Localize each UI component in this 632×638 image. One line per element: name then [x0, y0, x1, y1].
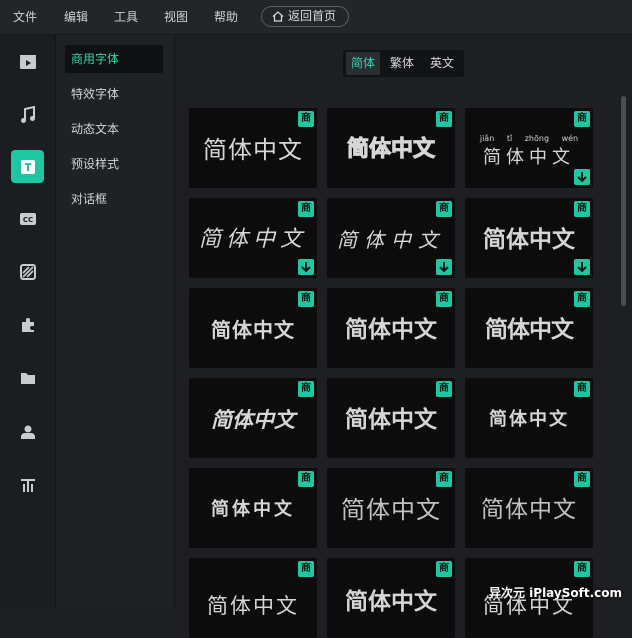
media-icon[interactable]	[11, 45, 44, 78]
font-sample: 简体中文	[203, 136, 303, 164]
tab-traditional[interactable]: 繁体	[385, 52, 419, 75]
menu-help[interactable]: 帮助	[214, 0, 238, 34]
character-icon[interactable]	[11, 415, 44, 448]
text-icon[interactable]	[11, 150, 44, 183]
vertical-scrollbar[interactable]	[621, 96, 626, 306]
font-sample: 简体中文	[211, 499, 295, 520]
font-sample: 简体中文	[346, 137, 435, 163]
download-icon[interactable]	[298, 259, 314, 275]
font-card[interactable]: 简体中文 商	[189, 468, 317, 548]
menu-bar: 文件 编辑 工具 视图 帮助 返回首页	[0, 0, 632, 35]
font-card[interactable]: 简体中文 商	[327, 558, 455, 638]
subtitle-cc-icon[interactable]: CC	[11, 202, 44, 235]
tool-icon-bar: CC	[0, 35, 56, 609]
svg-text:CC: CC	[22, 216, 32, 224]
font-sample: 简体中文	[485, 317, 574, 343]
font-card[interactable]: 简体中文 商	[327, 108, 455, 188]
font-sample: 简体中文	[198, 227, 307, 252]
commercial-badge: 商	[574, 471, 590, 487]
font-card[interactable]: 简体中文 商	[327, 198, 455, 278]
watermark: 异次元 iPlaySoft.com	[488, 586, 622, 600]
font-card[interactable]: 简体中文 商	[465, 378, 593, 458]
menu-file[interactable]: 文件	[13, 0, 37, 34]
back-home-label: 返回首页	[288, 9, 337, 23]
font-sample: 简体中文	[345, 317, 437, 343]
commercial-badge: 商	[436, 201, 452, 217]
font-sample: 简体中文	[207, 594, 299, 618]
folder-icon[interactable]	[11, 361, 44, 394]
font-gallery: 简体 繁体 英文 简体中文 商 简体中文 商 jiǎn tǐ zhōng wén…	[175, 35, 632, 638]
commercial-badge: 商	[436, 381, 452, 397]
font-sample: 简体中文	[481, 497, 577, 523]
music-icon[interactable]	[11, 98, 44, 131]
font-sample: 简体中文	[341, 496, 441, 524]
text-style-icon[interactable]	[11, 468, 44, 501]
commercial-badge: 商	[298, 381, 314, 397]
font-sample: 简体中文	[211, 408, 295, 432]
home-icon	[272, 11, 284, 22]
download-icon[interactable]	[436, 259, 452, 275]
commercial-badge: 商	[574, 291, 590, 307]
font-card[interactable]: 简体中文 商	[327, 378, 455, 458]
back-home-button[interactable]: 返回首页	[261, 6, 349, 27]
commercial-badge: 商	[436, 291, 452, 307]
font-sample: 简体中文	[345, 407, 437, 433]
menu-view[interactable]: 视图	[164, 0, 188, 34]
font-card[interactable]: 简体中文 商	[327, 288, 455, 368]
commercial-badge: 商	[574, 561, 590, 577]
download-icon[interactable]	[574, 259, 590, 275]
font-card[interactable]: 简体中文 商	[327, 468, 455, 548]
effects-puzzle-icon[interactable]	[11, 308, 44, 341]
commercial-badge: 商	[298, 561, 314, 577]
commercial-badge: 商	[574, 111, 590, 127]
commercial-badge: 商	[298, 291, 314, 307]
font-card[interactable]: 简体中文 商	[189, 378, 317, 458]
commercial-badge: 商	[298, 201, 314, 217]
font-card[interactable]: 简体中文 商	[465, 288, 593, 368]
font-card[interactable]: 简体中文 商	[189, 288, 317, 368]
commercial-badge: 商	[298, 111, 314, 127]
font-sample: 简体中文	[483, 227, 575, 253]
font-sample: 简体中文	[489, 409, 569, 430]
menu-tools[interactable]: 工具	[114, 0, 138, 34]
font-sample: 简体中文	[337, 228, 445, 252]
commercial-badge: 商	[436, 471, 452, 487]
menu-edit[interactable]: 编辑	[64, 0, 88, 34]
tab-english[interactable]: 英文	[425, 52, 459, 75]
font-sample: 简体中文	[211, 318, 295, 342]
commercial-badge: 商	[574, 201, 590, 217]
font-card[interactable]: 简体中文 商	[189, 108, 317, 188]
font-category-sidebar: 商用字体 特效字体 动态文本 预设样式 对话框	[56, 35, 175, 609]
commercial-badge: 商	[298, 471, 314, 487]
commercial-badge: 商	[574, 381, 590, 397]
font-card[interactable]: 简体中文 商	[465, 198, 593, 278]
font-card[interactable]: 简体中文 商	[189, 558, 317, 638]
font-card[interactable]: 简体中文 商	[465, 468, 593, 548]
script-segmented-control: 简体 繁体 英文	[343, 50, 464, 77]
download-icon[interactable]	[574, 169, 590, 185]
font-card[interactable]: jiǎn tǐ zhōng wén 简体中文 商	[465, 108, 593, 188]
commercial-badge: 商	[436, 111, 452, 127]
tab-simplified[interactable]: 简体	[346, 52, 380, 75]
transition-icon[interactable]	[11, 255, 44, 288]
sidebar-item-commercial-fonts[interactable]: 商用字体	[65, 45, 163, 73]
font-sample: 简体中文	[345, 589, 437, 615]
font-card[interactable]: 简体中文 商	[189, 198, 317, 278]
commercial-badge: 商	[436, 561, 452, 577]
